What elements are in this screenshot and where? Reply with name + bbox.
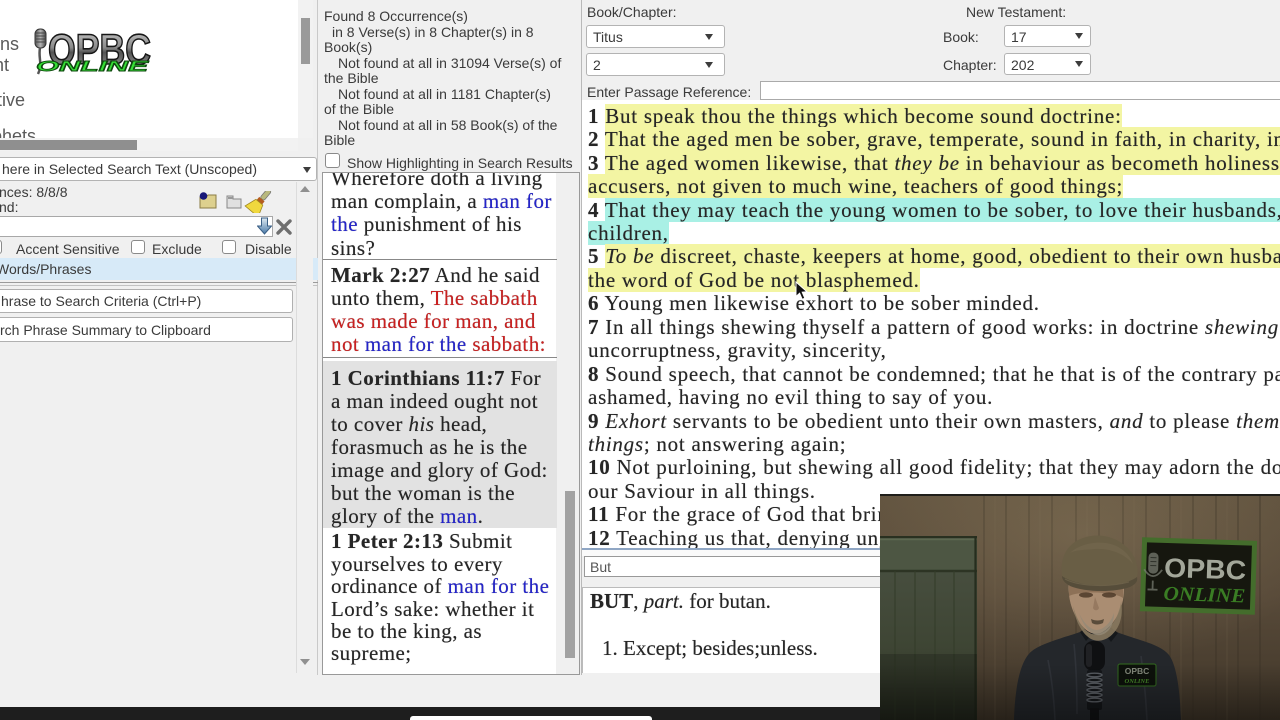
svg-text:OPBC: OPBC — [1164, 553, 1247, 586]
svg-text:ONLINE: ONLINE — [1163, 583, 1246, 608]
svg-text:ONLINE: ONLINE — [36, 58, 150, 75]
